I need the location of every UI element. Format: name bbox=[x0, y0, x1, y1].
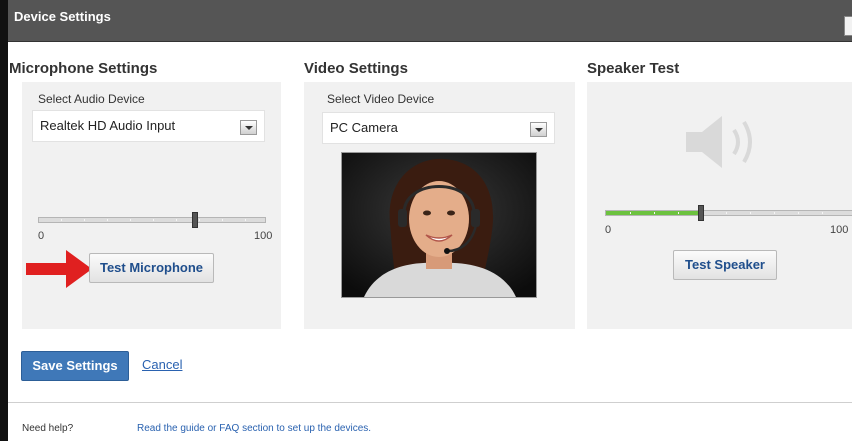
close-icon[interactable] bbox=[844, 16, 852, 36]
test-microphone-button[interactable]: Test Microphone bbox=[89, 253, 214, 283]
audio-device-select[interactable]: Realtek HD Audio Input bbox=[32, 110, 265, 142]
save-settings-button[interactable]: Save Settings bbox=[21, 351, 129, 381]
pointer-arrow-icon bbox=[26, 250, 92, 288]
speaker-slider-min: 0 bbox=[605, 224, 612, 236]
speaker-level-slider[interactable] bbox=[605, 205, 852, 221]
help-label: Need help? bbox=[22, 423, 74, 434]
microphone-level-slider[interactable] bbox=[38, 212, 266, 228]
webcam-preview bbox=[341, 152, 537, 298]
video-section-title: Video Settings bbox=[304, 60, 408, 77]
dropdown-arrow-icon[interactable] bbox=[530, 122, 547, 137]
dropdown-arrow-icon[interactable] bbox=[240, 120, 257, 135]
video-device-label: Select Video Device bbox=[327, 92, 435, 106]
audio-device-label: Select Audio Device bbox=[38, 92, 145, 106]
microphone-slider-min: 0 bbox=[38, 230, 45, 242]
help-guide-link[interactable]: Read the guide or FAQ section to set up … bbox=[137, 423, 371, 434]
microphone-slider-max: 100 bbox=[254, 230, 273, 242]
window-left-border bbox=[0, 0, 8, 441]
speaker-section-title: Speaker Test bbox=[587, 60, 680, 77]
webcam-preview-image bbox=[342, 153, 536, 297]
window-title: Device Settings bbox=[14, 9, 111, 24]
speaker-level-thumb[interactable] bbox=[698, 205, 704, 221]
microphone-section-title: Microphone Settings bbox=[9, 60, 158, 77]
cancel-link[interactable]: Cancel bbox=[142, 357, 182, 372]
microphone-level-thumb[interactable] bbox=[192, 212, 198, 228]
video-device-select[interactable]: PC Camera bbox=[322, 112, 555, 144]
video-device-value: PC Camera bbox=[330, 120, 398, 135]
speaker-icon bbox=[686, 116, 752, 168]
footer-divider bbox=[8, 402, 852, 403]
window-titlebar: Device Settings bbox=[8, 0, 852, 42]
speaker-slider-max: 100 bbox=[830, 224, 849, 236]
audio-device-value: Realtek HD Audio Input bbox=[40, 118, 176, 133]
test-speaker-button[interactable]: Test Speaker bbox=[673, 250, 777, 280]
